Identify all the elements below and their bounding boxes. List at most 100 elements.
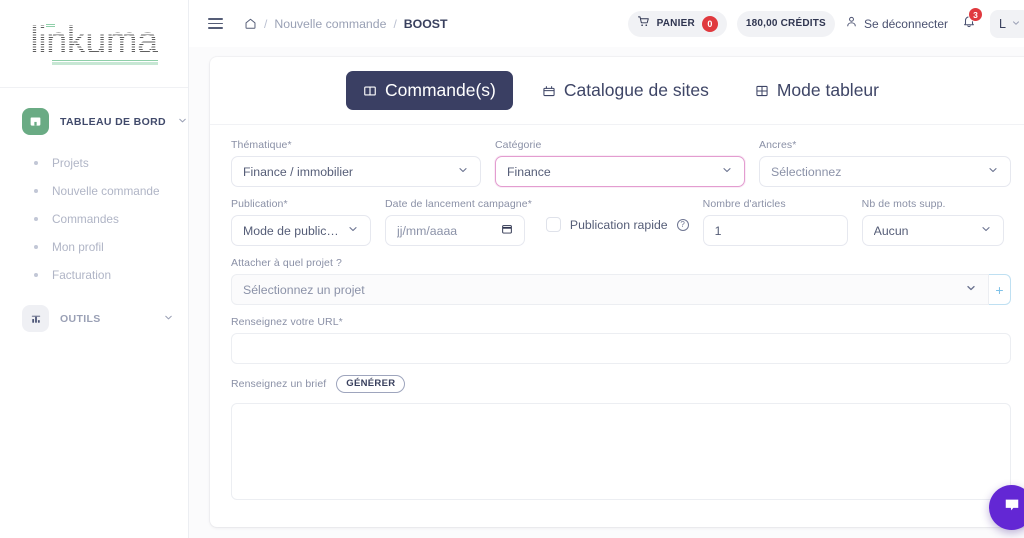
calendar-icon[interactable] — [501, 223, 513, 238]
orders-icon — [363, 84, 377, 98]
publication-select[interactable]: Mode de publication — [231, 215, 371, 246]
url-input[interactable] — [231, 333, 1011, 364]
thematique-select[interactable]: Finance / immobilier — [231, 156, 481, 187]
chevron-down-icon — [457, 164, 469, 179]
field-label: Renseignez un brief — [231, 378, 327, 390]
chevron-down-icon — [1011, 15, 1021, 33]
content-area: Commande(s) Catalogue de sites Mode tabl… — [189, 47, 1024, 527]
nav-group-outils: OUTILS — [0, 299, 188, 338]
tab-mode-tableur[interactable]: Mode tableur — [738, 71, 896, 110]
cart-icon — [637, 15, 650, 33]
logout-label: Se déconnecter — [863, 16, 948, 31]
add-projet-button[interactable]: + — [989, 274, 1011, 305]
publication-rapide-checkbox[interactable] — [545, 217, 561, 232]
home-icon[interactable] — [244, 17, 257, 30]
field-label: Publication* — [231, 198, 288, 210]
sidebar-group-label: OUTILS — [60, 312, 101, 325]
bullet-icon — [34, 217, 38, 221]
form-row-projet: Attacher à quel projet ? Sélectionnez un… — [231, 257, 1011, 305]
chevron-down-icon — [721, 164, 733, 179]
publication-rapide-label: Publication rapide — [569, 217, 668, 232]
tab-label: Mode tableur — [776, 80, 879, 100]
field-label: Nb de mots supp. — [861, 198, 946, 210]
sidebar-item-projets[interactable]: Projets — [0, 149, 188, 177]
tab-label: Catalogue de sites — [563, 80, 709, 100]
topbar: / Nouvelle commande / BOOST PANIER 0 180… — [189, 0, 1024, 47]
bullet-icon — [34, 161, 38, 165]
nombre-articles-value: 1 — [714, 223, 722, 238]
field-label: Renseignez votre URL* — [231, 316, 343, 328]
bullet-icon — [34, 245, 38, 249]
field-mots-supp: Nb de mots supp. Aucun — [861, 198, 1004, 246]
avatar-letter: L — [999, 16, 1006, 31]
field-label: Ancres* — [759, 139, 797, 151]
cart-button[interactable]: PANIER 0 — [627, 10, 727, 37]
order-card: Commande(s) Catalogue de sites Mode tabl… — [210, 57, 1024, 527]
sidebar-item-label: Facturation — [52, 268, 112, 282]
nombre-articles-input[interactable]: 1 — [702, 215, 848, 246]
breadcrumb: / Nouvelle commande / BOOST — [244, 17, 448, 31]
logo[interactable]: linkuma — [0, 0, 188, 88]
publication-rapide-group: Publication rapide ? — [545, 217, 689, 232]
logo-underline — [52, 59, 158, 65]
brief-textarea[interactable] — [231, 403, 1011, 500]
field-brief: Renseignez un brief GÉNÉRER — [231, 375, 1011, 500]
hamburger-icon[interactable] — [205, 15, 226, 32]
chevron-down-icon — [987, 164, 999, 179]
tab-label: Commande(s) — [385, 80, 496, 100]
field-label: Nombre d'articles — [702, 198, 786, 210]
brief-header: Renseignez un brief GÉNÉRER — [231, 375, 1011, 393]
field-ancres: Ancres* Sélectionnez — [759, 139, 1011, 187]
chevron-down-icon — [980, 223, 992, 238]
mots-supp-value: Aucun — [873, 223, 909, 238]
tab-commandes[interactable]: Commande(s) — [346, 71, 513, 110]
grid-icon — [755, 84, 769, 98]
tab-catalogue[interactable]: Catalogue de sites — [525, 71, 726, 110]
logout-button[interactable]: Se déconnecter — [845, 15, 948, 33]
generate-brief-button[interactable]: GÉNÉRER — [336, 375, 406, 393]
chevron-down-icon[interactable] — [177, 113, 188, 131]
ancres-select[interactable]: Sélectionnez — [759, 156, 1011, 187]
info-icon[interactable]: ? — [676, 218, 689, 231]
field-thematique: Thématique* Finance / immobilier — [231, 139, 481, 187]
projet-select[interactable]: Sélectionnez un projet — [231, 274, 989, 305]
ancres-value: Sélectionnez — [771, 164, 842, 179]
tab-bar: Commande(s) Catalogue de sites Mode tabl… — [210, 71, 1024, 124]
catalog-icon — [542, 84, 556, 98]
categorie-select[interactable]: Finance — [495, 156, 745, 187]
field-label: Date de lancement campagne* — [385, 198, 532, 210]
sidebar-item-tableau-de-bord[interactable]: TABLEAU DE BORD — [0, 102, 188, 141]
chevron-down-icon[interactable] — [163, 310, 174, 328]
field-publication: Publication* Mode de publication — [231, 198, 371, 246]
user-icon — [845, 15, 858, 33]
field-label: Catégorie — [495, 139, 542, 151]
credits-badge[interactable]: 180,00 CRÉDITS — [736, 10, 835, 37]
topbar-actions: PANIER 0 180,00 CRÉDITS Se déconnecter 3… — [627, 7, 1024, 38]
mots-supp-select[interactable]: Aucun — [861, 215, 1004, 246]
nav-group-dashboard: TABLEAU DE BORD Projets Nouvelle command… — [0, 102, 188, 289]
form-row-1: Thématique* Finance / immobilier Catégor… — [231, 139, 1011, 187]
sidebar-item-nouvelle-commande[interactable]: Nouvelle commande — [0, 177, 188, 205]
field-url: Renseignez votre URL* — [231, 316, 1011, 364]
cart-count-badge: 0 — [701, 15, 718, 32]
form-row-brief: Renseignez un brief GÉNÉRER — [231, 375, 1011, 500]
projet-row: Sélectionnez un projet + — [231, 274, 1011, 305]
notifications-button[interactable]: 3 — [958, 7, 983, 35]
sidebar-item-commandes[interactable]: Commandes — [0, 205, 188, 233]
avatar[interactable]: L — [990, 9, 1024, 38]
breadcrumb-parent[interactable]: Nouvelle commande — [274, 17, 386, 31]
sidebar-item-label: Commandes — [52, 212, 119, 226]
form-row-url: Renseignez votre URL* — [231, 316, 1011, 364]
projet-placeholder: Sélectionnez un projet — [243, 282, 365, 297]
field-label: Thématique* — [231, 139, 292, 151]
tools-icon — [22, 305, 49, 332]
field-date-campagne: Date de lancement campagne* jj/mm/aaaa — [385, 198, 532, 246]
date-campagne-input[interactable]: jj/mm/aaaa — [385, 215, 525, 246]
chevron-down-icon — [347, 223, 359, 238]
categorie-value: Finance — [507, 164, 551, 179]
chat-bubble-icon — [1002, 495, 1022, 520]
sidebar-item-facturation[interactable]: Facturation — [0, 261, 188, 289]
sidebar-item-outils[interactable]: OUTILS — [0, 299, 188, 338]
sidebar-item-mon-profil[interactable]: Mon profil — [0, 233, 188, 261]
form-row-2: Publication* Mode de publication Date de… — [231, 198, 1011, 246]
